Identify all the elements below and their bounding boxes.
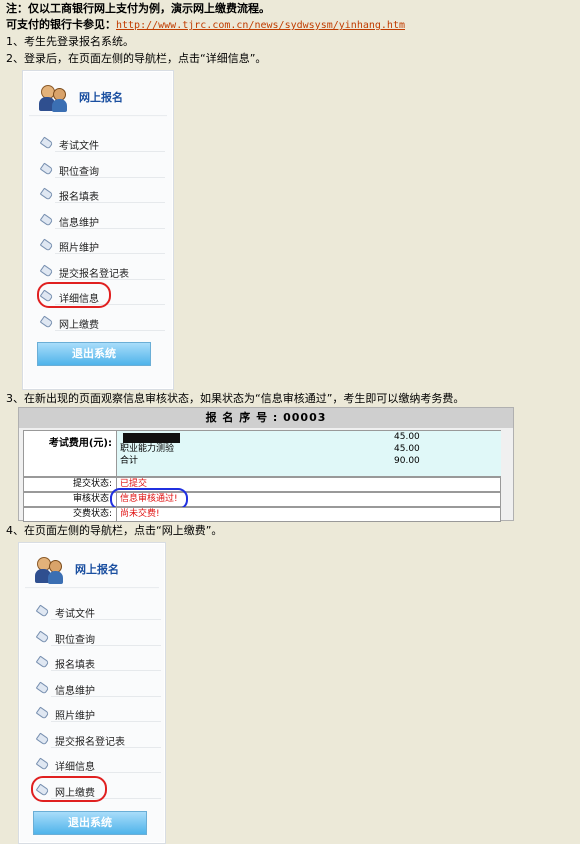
nav-header: 网上报名	[19, 543, 165, 591]
nav-item-position-query[interactable]: 职位查询	[35, 629, 161, 647]
highlight-details	[37, 282, 111, 308]
tag-icon	[35, 655, 50, 669]
tag-icon	[39, 238, 54, 252]
tag-icon	[39, 264, 54, 278]
tag-icon	[35, 732, 50, 746]
step-1: 1、考生先登录报名系统。	[6, 35, 134, 48]
submit-status-row: 提交状态: 已提交	[23, 477, 501, 492]
fee-box: 考试费用(元): 45.00 职业能力测验 45.00 合计 90.00	[23, 430, 501, 477]
step-3: 3、在新出现的页面观察信息审核状态，如果状态为“信息审核通过”，考生即可以缴纳考…	[6, 392, 465, 405]
review-status-row: 审核状态: 信息审核通过!	[23, 492, 501, 507]
nav-item-photo-maintain[interactable]: 照片维护	[39, 237, 165, 255]
tag-icon	[39, 315, 54, 329]
nav-header: 网上报名	[23, 71, 173, 119]
status-screen: 报 名 序 号 : 00003 考试费用(元): 45.00 职业能力测验 45…	[18, 407, 514, 522]
tag-icon	[35, 706, 50, 720]
nav-panel-1: 网上报名 考试文件 职位查询 报名填表 信息维护 照片维护 提交报名登记表 详细…	[22, 70, 174, 390]
step-4: 4、在页面左侧的导航栏，点击“网上缴费”。	[6, 524, 223, 537]
nav-item-online-pay[interactable]: 网上缴费	[39, 314, 165, 332]
nav-item-info-maintain[interactable]: 信息维护	[39, 212, 165, 230]
users-icon	[39, 83, 69, 113]
exit-button[interactable]: 退出系统	[37, 342, 151, 366]
step-2: 2、登录后，在页面左侧的导航栏，点击“详细信息”。	[6, 52, 267, 65]
payment-status-row: 交费状态: 尚未交费!	[23, 507, 501, 522]
tag-icon	[39, 213, 54, 227]
tag-icon	[39, 187, 54, 201]
nav-item-fill-form[interactable]: 报名填表	[39, 186, 165, 204]
nav-item-submit-form[interactable]: 提交报名登记表	[39, 263, 165, 281]
fee-row: 职业能力测验 45.00	[120, 444, 420, 454]
note-text: 注：仅以工商银行网上支付为例，演示网上缴费流程。	[6, 2, 270, 15]
tag-icon	[39, 162, 54, 176]
cards-line: 可支付的银行卡参见：http://www.tjrc.com.cn/news/sy…	[6, 18, 405, 32]
tag-icon	[35, 630, 50, 644]
nav-item-exam-docs[interactable]: 考试文件	[39, 135, 165, 153]
users-icon	[35, 555, 65, 585]
reg-number: 报 名 序 号 : 00003	[19, 408, 513, 428]
cards-prefix: 可支付的银行卡参见：	[6, 18, 116, 31]
cards-link[interactable]: http://www.tjrc.com.cn/news/sydwsysm/yin…	[116, 20, 405, 31]
nav-item-fill-form[interactable]: 报名填表	[35, 654, 161, 672]
nav-item-position-query[interactable]: 职位查询	[39, 161, 165, 179]
redacted-bar	[123, 433, 180, 443]
exit-button[interactable]: 退出系统	[33, 811, 147, 835]
fee-row: 45.00	[120, 432, 498, 443]
tag-icon	[39, 136, 54, 150]
nav-item-photo-maintain[interactable]: 照片维护	[35, 705, 161, 723]
nav-item-details[interactable]: 详细信息	[35, 756, 161, 774]
fee-area: 45.00 职业能力测验 45.00 合计 90.00	[116, 431, 501, 476]
nav-item-exam-docs[interactable]: 考试文件	[35, 603, 161, 621]
fee-label: 考试费用(元):	[28, 431, 116, 476]
fee-row: 合计 90.00	[120, 456, 420, 466]
tag-icon	[35, 681, 50, 695]
nav-title: 网上报名	[75, 563, 119, 576]
tag-icon	[35, 757, 50, 771]
nav-item-info-maintain[interactable]: 信息维护	[35, 680, 161, 698]
highlight-online-pay	[31, 776, 107, 802]
nav-panel-2: 网上报名 考试文件 职位查询 报名填表 信息维护 照片维护 提交报名登记表 详细…	[18, 542, 166, 844]
nav-title: 网上报名	[79, 91, 123, 104]
nav-item-submit-form[interactable]: 提交报名登记表	[35, 731, 161, 749]
tag-icon	[35, 604, 50, 618]
